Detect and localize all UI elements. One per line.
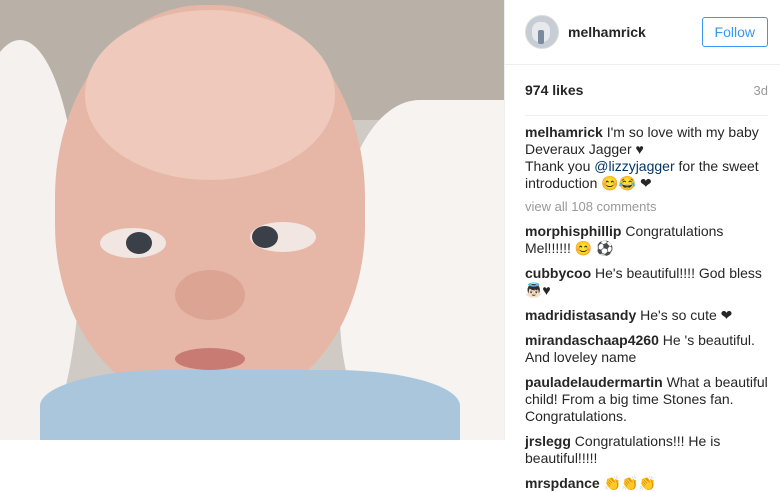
likes-count[interactable]: 974 likes: [525, 82, 583, 98]
header-username[interactable]: melhamrick: [568, 24, 702, 40]
comment-text: He's so cute ❤: [640, 307, 733, 323]
view-all-comments-link[interactable]: view all 108 comments: [525, 198, 768, 215]
comment: morphisphillip Congratulations Mel!!!!!!…: [525, 223, 768, 257]
comment-username[interactable]: jrslegg: [525, 433, 571, 449]
likes-row: 974 likes 3d: [505, 65, 780, 115]
baby-eye-right: [250, 222, 316, 252]
instagram-post: melhamrick Follow 974 likes 3d melhamric…: [0, 0, 780, 491]
caption: melhamrick I'm so love with my baby Deve…: [525, 124, 768, 192]
comment-username[interactable]: morphisphillip: [525, 223, 621, 239]
comment: cubbycoo He's beautiful!!!! God bless 👼🏻…: [525, 265, 768, 299]
comment-text: 👏👏👏: [603, 475, 656, 491]
caption-username[interactable]: melhamrick: [525, 124, 603, 140]
comment-username[interactable]: pauladelaudermartin: [525, 374, 663, 390]
avatar[interactable]: [525, 15, 559, 49]
baby-eye-left: [100, 228, 166, 258]
post-header: melhamrick Follow: [505, 0, 780, 65]
caption-text-thanks: Thank you: [525, 158, 595, 174]
comment: jrslegg Congratulations!!! He is beautif…: [525, 433, 768, 467]
baby-nose: [175, 270, 245, 320]
comment: mirandaschaap4260 He 's beautiful. And l…: [525, 332, 768, 366]
comment: mrspdance 👏👏👏: [525, 475, 768, 492]
comment: pauladelaudermartin What a beautiful chi…: [525, 374, 768, 425]
baby-forehead: [85, 10, 335, 180]
comments-list: melhamrick I'm so love with my baby Deve…: [505, 116, 780, 492]
baby-onesie: [40, 370, 460, 440]
comment-username[interactable]: cubbycoo: [525, 265, 591, 281]
comment: madridistasandy He's so cute ❤: [525, 307, 768, 324]
comment-username[interactable]: mirandaschaap4260: [525, 332, 659, 348]
post-photo[interactable]: [0, 0, 504, 440]
caption-mention-link[interactable]: @lizzyjagger: [594, 158, 674, 174]
comment-username[interactable]: mrspdance: [525, 475, 600, 491]
post-sidebar: melhamrick Follow 974 likes 3d melhamric…: [504, 0, 780, 491]
baby-mouth: [175, 348, 245, 370]
follow-button[interactable]: Follow: [701, 17, 768, 47]
post-timestamp[interactable]: 3d: [754, 83, 768, 98]
comment-username[interactable]: madridistasandy: [525, 307, 636, 323]
